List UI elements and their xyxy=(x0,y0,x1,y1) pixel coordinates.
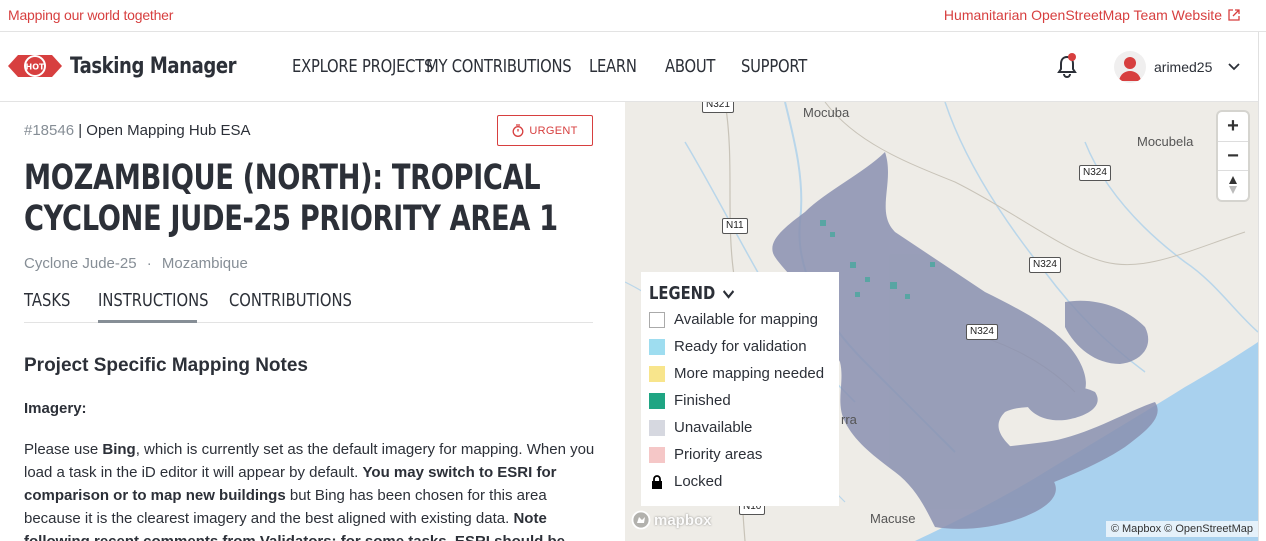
urgent-badge: URGENT xyxy=(497,115,593,146)
legend-item-ready-for-validation: Ready for validation xyxy=(649,338,807,355)
main-header: HOT Tasking Manager EXPLORE PROJECTS MY … xyxy=(0,32,1266,102)
zoom-in-button[interactable]: + xyxy=(1218,112,1248,141)
legend-swatch xyxy=(649,365,665,382)
project-org: Open Mapping Hub ESA xyxy=(86,122,251,139)
chevron-down-icon xyxy=(722,289,735,299)
legend-swatch xyxy=(649,311,665,328)
map-legend: LEGEND Available for mapping Ready for v… xyxy=(641,272,839,506)
place-label: Mocubela xyxy=(1137,134,1194,149)
road-label: N324 xyxy=(1079,165,1111,181)
user-icon xyxy=(1119,57,1141,81)
nav-support-label: SUPPORT xyxy=(741,56,808,77)
chevron-down-icon[interactable] xyxy=(1227,59,1241,73)
hot-website-label: Humanitarian OpenStreetMap Team Website xyxy=(943,7,1222,23)
tab-tasks[interactable]: TASKS xyxy=(24,290,70,311)
page-scrollbar[interactable] xyxy=(1258,32,1266,541)
road-label: N11 xyxy=(722,218,748,234)
legend-swatch xyxy=(649,446,665,463)
notification-dot xyxy=(1068,53,1076,61)
legend-item-unavailable: Unavailable xyxy=(649,419,752,436)
project-campaign-line: Cyclone Jude-25 · Mozambique xyxy=(24,255,248,272)
timer-icon xyxy=(512,124,524,137)
project-map[interactable]: N321 N324 N11 N324 N324 N10 Mocuba Mocub… xyxy=(625,102,1258,541)
avatar[interactable] xyxy=(1114,51,1146,83)
nav-explore-projects[interactable]: EXPLORE PROJECTS xyxy=(292,56,433,77)
logo[interactable]: HOT Tasking Manager xyxy=(8,50,273,82)
legend-item-locked: Locked xyxy=(649,473,722,490)
road-label: N324 xyxy=(1029,257,1061,273)
project-detail-panel: #18546 | Open Mapping Hub ESA URGENT MOZ… xyxy=(0,102,625,541)
road-label: N324 xyxy=(966,324,998,340)
nav-my-contributions[interactable]: MY CONTRIBUTIONS xyxy=(426,56,572,77)
project-title: MOZAMBIQUE (NORTH): TROPICAL CYCLONE JUD… xyxy=(24,158,558,239)
zoom-controls: + − xyxy=(1218,112,1248,200)
legend-item-more-mapping-needed: More mapping needed xyxy=(649,365,824,382)
tab-contributions[interactable]: CONTRIBUTIONS xyxy=(229,290,352,311)
legend-item-finished: Finished xyxy=(649,392,731,409)
campaign-link[interactable]: Cyclone Jude-25 xyxy=(24,255,137,272)
zoom-out-button[interactable]: − xyxy=(1218,141,1248,170)
mapbox-logo[interactable]: mapbox xyxy=(631,510,712,530)
project-id[interactable]: #18546 xyxy=(24,122,74,139)
nav-about[interactable]: ABOUT xyxy=(665,56,715,77)
nav-support[interactable]: SUPPORT xyxy=(741,56,807,77)
imagery-paragraph: Please use Bing, which is currently set … xyxy=(24,441,595,541)
campaign-separator: · xyxy=(146,255,152,272)
imagery-label: Imagery: xyxy=(24,400,87,417)
compass-button[interactable] xyxy=(1218,170,1248,199)
lock-icon xyxy=(652,474,662,489)
legend-swatch xyxy=(649,338,665,355)
project-tabs: TASKS INSTRUCTIONS CONTRIBUTIONS xyxy=(24,290,593,323)
username[interactable]: arimed25 xyxy=(1154,59,1212,75)
external-link-icon xyxy=(1228,9,1240,21)
nav-learn[interactable]: LEARN xyxy=(589,56,637,77)
urgent-label: URGENT xyxy=(529,124,578,137)
project-id-separator: | xyxy=(74,122,87,139)
legend-toggle[interactable]: LEGEND xyxy=(649,283,735,304)
legend-title: LEGEND xyxy=(649,283,716,304)
top-strip: Mapping our world together Humanitarian … xyxy=(0,0,1266,32)
project-id-line: #18546 | Open Mapping Hub ESA xyxy=(24,122,251,139)
mapping-notes-heading: Project Specific Mapping Notes xyxy=(24,355,308,376)
tagline: Mapping our world together xyxy=(8,7,174,23)
hot-logo-icon: HOT xyxy=(8,55,62,77)
country-link[interactable]: Mozambique xyxy=(162,255,248,272)
hot-website-link[interactable]: Humanitarian OpenStreetMap Team Website xyxy=(944,7,1240,23)
road-label: N321 xyxy=(702,102,734,113)
main-nav: EXPLORE PROJECTS MY CONTRIBUTIONS LEARN … xyxy=(292,56,831,77)
place-label: Macuse xyxy=(870,511,916,526)
active-tab-indicator xyxy=(98,320,197,323)
legend-swatch xyxy=(649,392,665,409)
legend-item-available: Available for mapping xyxy=(649,311,818,328)
legend-swatch xyxy=(649,419,665,436)
logo-text: Tasking Manager xyxy=(70,53,237,79)
legend-item-priority-areas: Priority areas xyxy=(649,446,762,463)
place-label: rra xyxy=(841,412,857,427)
map-attribution[interactable]: © Mapbox © OpenStreetMap xyxy=(1105,521,1258,537)
compass-icon xyxy=(1229,176,1237,194)
mapbox-logo-icon xyxy=(631,510,651,530)
logo-badge: HOT xyxy=(26,63,45,72)
place-label: Mocuba xyxy=(803,105,850,120)
tab-instructions[interactable]: INSTRUCTIONS xyxy=(98,290,209,311)
